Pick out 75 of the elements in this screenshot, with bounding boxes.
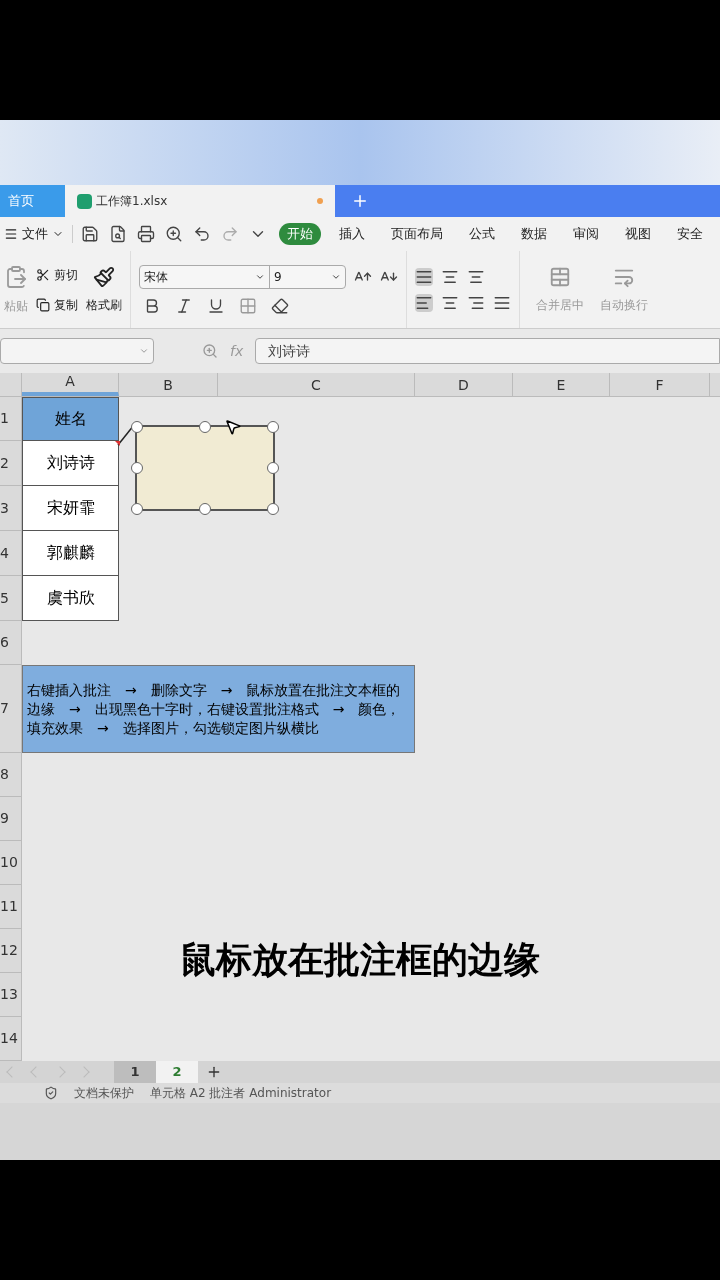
- status-text: 单元格 A2 批注者 Administrator: [150, 1085, 332, 1102]
- row-header[interactable]: 5: [0, 576, 22, 621]
- ribbon-tab[interactable]: 页面布局: [391, 224, 443, 244]
- table-cell: 刘诗诗: [22, 441, 119, 486]
- resize-handle[interactable]: [131, 503, 143, 515]
- row-header[interactable]: 14: [0, 1017, 22, 1061]
- resize-handle[interactable]: [131, 421, 143, 433]
- align-left-icon[interactable]: [415, 293, 433, 312]
- undo-icon[interactable]: [193, 225, 211, 243]
- row-header[interactable]: 2: [0, 441, 22, 486]
- ribbon-tab[interactable]: 审阅: [573, 224, 599, 244]
- underline-icon[interactable]: [207, 296, 225, 315]
- paintbrush-icon: [93, 265, 115, 288]
- copy-button[interactable]: 复制: [36, 295, 78, 314]
- row-header[interactable]: 6: [0, 621, 22, 665]
- sheet-tab[interactable]: 2: [156, 1061, 198, 1083]
- table-cell: 郭麒麟: [22, 531, 119, 576]
- copy-icon: [36, 297, 50, 312]
- table-cell: 虞书欣: [22, 576, 119, 621]
- resize-handle[interactable]: [267, 462, 279, 474]
- row-header[interactable]: 1: [0, 397, 22, 441]
- row-header[interactable]: 13: [0, 973, 22, 1017]
- format-painter-button[interactable]: 格式刷: [86, 265, 122, 314]
- status-text: 文档未保护: [74, 1085, 134, 1102]
- row-header[interactable]: 12: [0, 929, 22, 973]
- row-header[interactable]: 10: [0, 841, 22, 885]
- resize-handle[interactable]: [199, 421, 211, 433]
- new-tab-icon[interactable]: [351, 192, 369, 210]
- ribbon-tab[interactable]: 公式: [469, 224, 495, 244]
- print-icon[interactable]: [137, 225, 155, 243]
- file-tab[interactable]: 工作簿1.xlsx: [65, 185, 335, 217]
- resize-handle[interactable]: [131, 462, 143, 474]
- resize-handle[interactable]: [267, 421, 279, 433]
- file-menu[interactable]: 文件: [0, 224, 72, 244]
- cursor-icon: [224, 417, 242, 437]
- row-header[interactable]: 4: [0, 531, 22, 576]
- cut-button[interactable]: 剪切: [36, 265, 78, 284]
- column-header[interactable]: F: [610, 373, 710, 396]
- sheet-tab[interactable]: 1: [114, 1061, 156, 1083]
- column-header[interactable]: E: [513, 373, 610, 396]
- font-size-dropdown[interactable]: 9: [270, 265, 345, 288]
- ribbon-tab[interactable]: 开始: [279, 223, 321, 245]
- instruction-cell: 右键插入批注 → 删除文字 → 鼠标放置在批注文本框的边缘 → 出现黑色十字时，右键设置批注格式 → 颜色，填充效果 → 选择图片，勾选锁定图片纵横比: [22, 665, 415, 753]
- row-header[interactable]: 8: [0, 753, 22, 797]
- row-header[interactable]: 7: [0, 665, 22, 753]
- comment-indicator: [115, 441, 120, 446]
- add-sheet-icon[interactable]: [206, 1064, 222, 1080]
- ribbon-tab[interactable]: 视图: [625, 224, 651, 244]
- row-header[interactable]: 3: [0, 486, 22, 531]
- scissors-icon: [36, 267, 50, 282]
- formula-field[interactable]: 刘诗诗: [255, 338, 720, 364]
- table-cell: 姓名: [22, 397, 119, 441]
- column-header[interactable]: B: [119, 373, 218, 396]
- column-header[interactable]: C: [218, 373, 415, 396]
- table-cell: 宋妍霏: [22, 486, 119, 531]
- resize-handle[interactable]: [199, 503, 211, 515]
- document-icon[interactable]: [109, 225, 127, 243]
- resize-handle[interactable]: [267, 503, 279, 515]
- ribbon-tab[interactable]: 安全: [677, 224, 703, 244]
- italic-icon[interactable]: [175, 296, 193, 315]
- merge-cells-icon: [549, 265, 571, 288]
- save-icon[interactable]: [81, 225, 99, 243]
- shield-icon: [44, 1086, 58, 1100]
- ribbon-tab[interactable]: 插入: [339, 224, 365, 244]
- menu-icon: [4, 227, 18, 241]
- spreadsheet-icon: [77, 193, 92, 209]
- column-header[interactable]: D: [415, 373, 513, 396]
- row-header[interactable]: 11: [0, 885, 22, 929]
- video-caption: 鼠标放在批注框的边缘: [180, 938, 540, 982]
- font-dropdown[interactable]: 宋体: [140, 265, 270, 288]
- row-header[interactable]: 9: [0, 797, 22, 841]
- preview-icon[interactable]: [165, 225, 183, 243]
- ribbon-tab[interactable]: 数据: [521, 224, 547, 244]
- eraser-icon[interactable]: [271, 296, 289, 315]
- tab-label: 工作簿1.xlsx: [96, 193, 168, 210]
